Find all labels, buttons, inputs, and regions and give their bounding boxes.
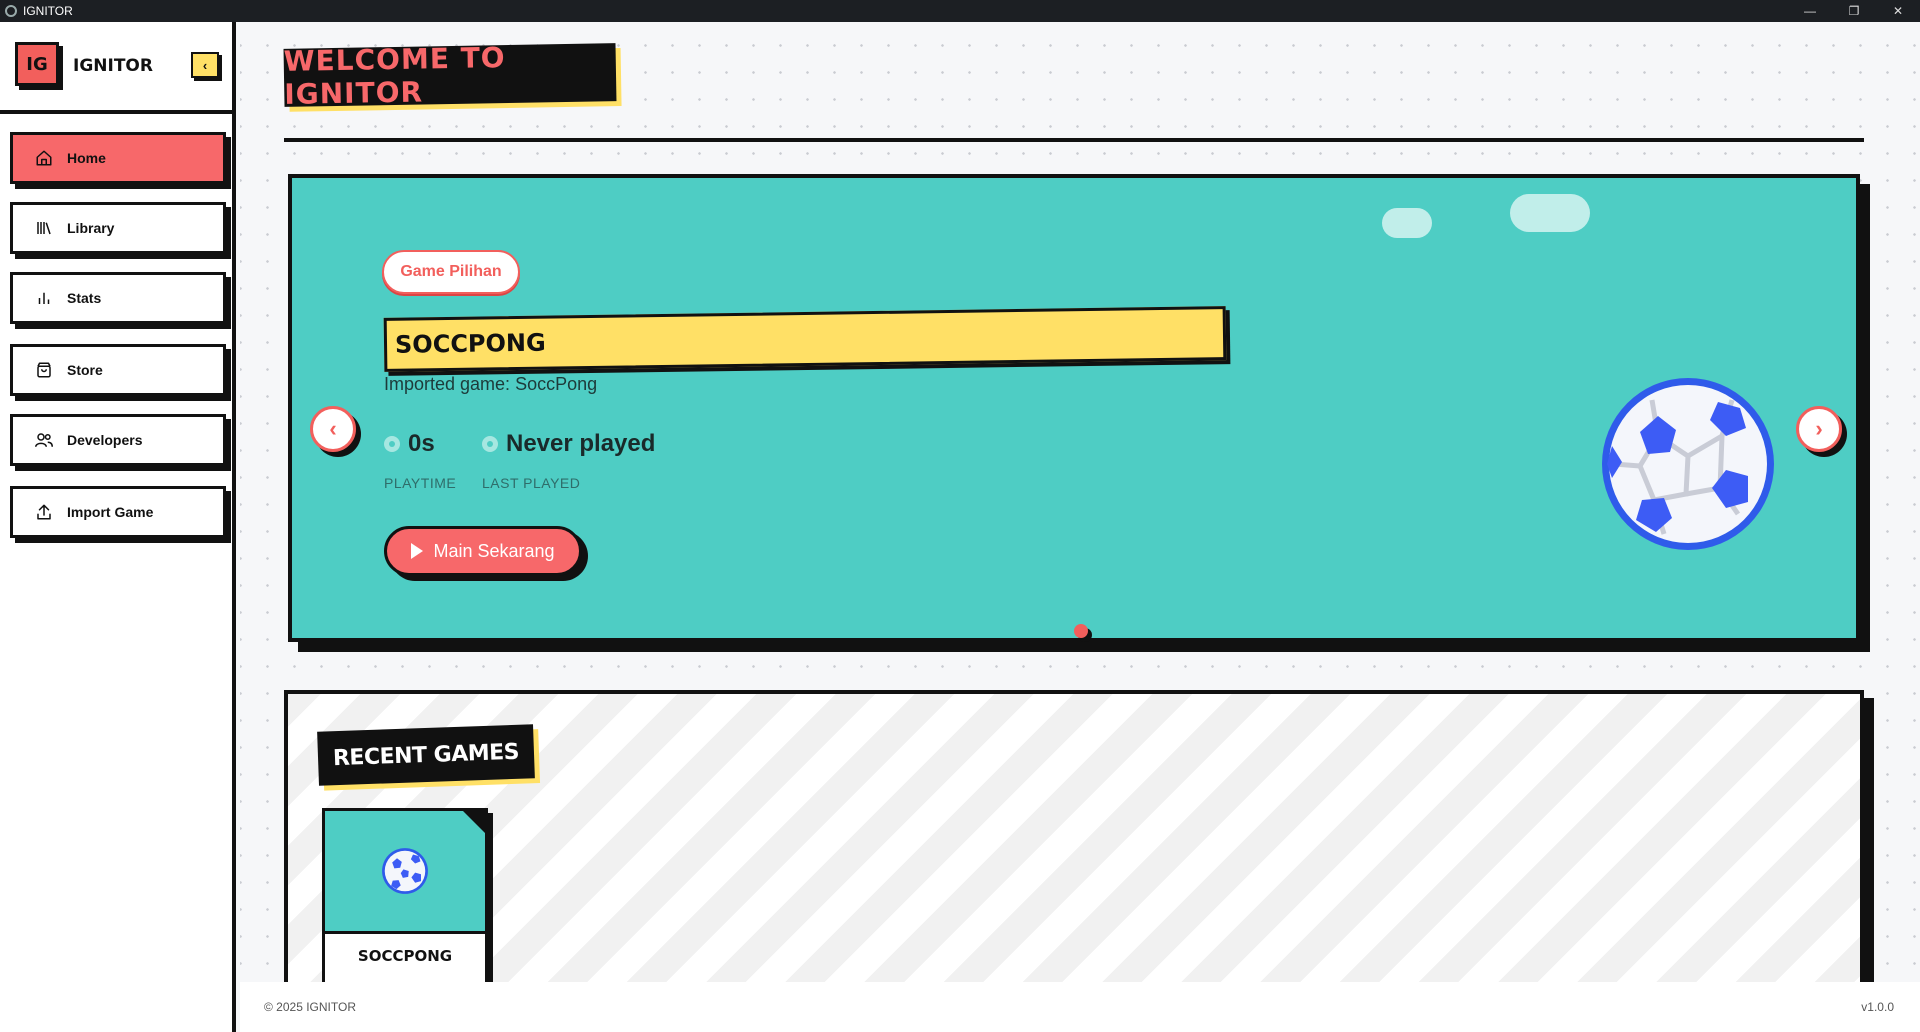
page-title: WELCOME TO IGNITOR [283,41,506,111]
home-icon [33,147,55,169]
developers-icon [33,429,55,451]
footer: © 2025 IGNITOR v1.0.0 [240,982,1920,1032]
sidebar-item-label: Stats [67,290,102,306]
featured-game-title: SOCCPONG [383,306,1227,372]
restore-button[interactable]: ❐ [1832,0,1876,22]
game-card-thumbnail [325,811,485,934]
featured-badge: Game Pilihan [382,250,520,294]
cloud-decoration [1382,208,1432,238]
sidebar-item-label: Home [67,150,106,166]
recent-games-section: RECENT GAMES SOCCPONG [284,690,1864,982]
clock-icon [384,436,400,452]
last-played-stat: Never played [482,430,655,458]
sidebar-item-label: Library [67,220,115,236]
game-card-title: SOCCPONG [357,947,453,965]
chevron-left-icon: ‹ [202,57,208,73]
main-content[interactable]: WELCOME TO IGNITOR ‹ › Game Pilihan SOCC… [240,22,1920,982]
copyright-text: © 2025 IGNITOR [264,1000,356,1014]
sidebar-item-home[interactable]: Home [10,132,226,184]
chevron-left-icon: ‹ [329,416,337,441]
sidebar-item-label: Developers [67,432,143,448]
library-icon [33,217,55,239]
window-titlebar: IGNITOR — ❐ ✕ [0,0,1920,22]
sidebar-item-stats[interactable]: Stats [10,272,226,324]
playtime-value: 0s [408,430,435,457]
collapse-sidebar-button[interactable]: ‹ [191,52,219,78]
calendar-icon [482,436,498,452]
recent-games-title: RECENT GAMES [332,739,520,771]
brand-logo: IG [15,42,59,86]
featured-game-title-text: SOCCPONG [394,328,546,359]
app-icon [5,5,17,17]
recent-games-heading: RECENT GAMES [317,724,535,786]
welcome-banner: WELCOME TO IGNITOR [283,41,617,111]
sidebar-item-store[interactable]: Store [10,344,226,396]
brand-header: IG IGNITOR ‹ [0,22,232,114]
featured-carousel: ‹ › Game Pilihan SOCCPONG Imported game:… [288,174,1860,642]
carousel-prev-button[interactable]: ‹ [310,406,356,452]
carousel-next-button[interactable]: › [1796,406,1842,452]
sidebar-item-import-game[interactable]: Import Game [10,486,226,538]
stats-icon [33,287,55,309]
brand-name: IGNITOR [73,56,153,76]
carousel-indicator-dot[interactable] [1074,624,1088,638]
minimize-button[interactable]: — [1788,0,1832,22]
last-played-label: LAST PLAYED [482,475,581,491]
window-controls: — ❐ ✕ [1788,0,1920,22]
sidebar-item-label: Import Game [67,504,154,520]
close-button[interactable]: ✕ [1876,0,1920,22]
soccer-ball-icon [1598,374,1778,554]
play-now-button[interactable]: Main Sekarang [384,526,582,576]
window-title: IGNITOR [23,4,73,18]
store-icon [33,359,55,381]
play-now-label: Main Sekarang [433,540,555,561]
chevron-right-icon: › [1815,416,1823,441]
playtime-label: PLAYTIME [384,475,457,491]
game-card[interactable]: SOCCPONG [322,808,488,982]
version-text: v1.0.0 [1861,1000,1894,1014]
card-corner-decoration [463,811,485,833]
upload-icon [33,501,55,523]
last-played-value: Never played [506,430,656,457]
sidebar-item-developers[interactable]: Developers [10,414,226,466]
soccer-ball-icon [381,847,429,900]
featured-game-description: Imported game: SoccPong [384,374,598,394]
cloud-decoration [1510,194,1590,232]
play-icon [411,543,424,559]
sidebar-item-library[interactable]: Library [10,202,226,254]
sidebar: IG IGNITOR ‹ Home Library Stats Store De… [0,22,236,1032]
playtime-stat: 0s [384,430,435,458]
sidebar-item-label: Store [67,362,103,378]
divider [284,138,1864,142]
